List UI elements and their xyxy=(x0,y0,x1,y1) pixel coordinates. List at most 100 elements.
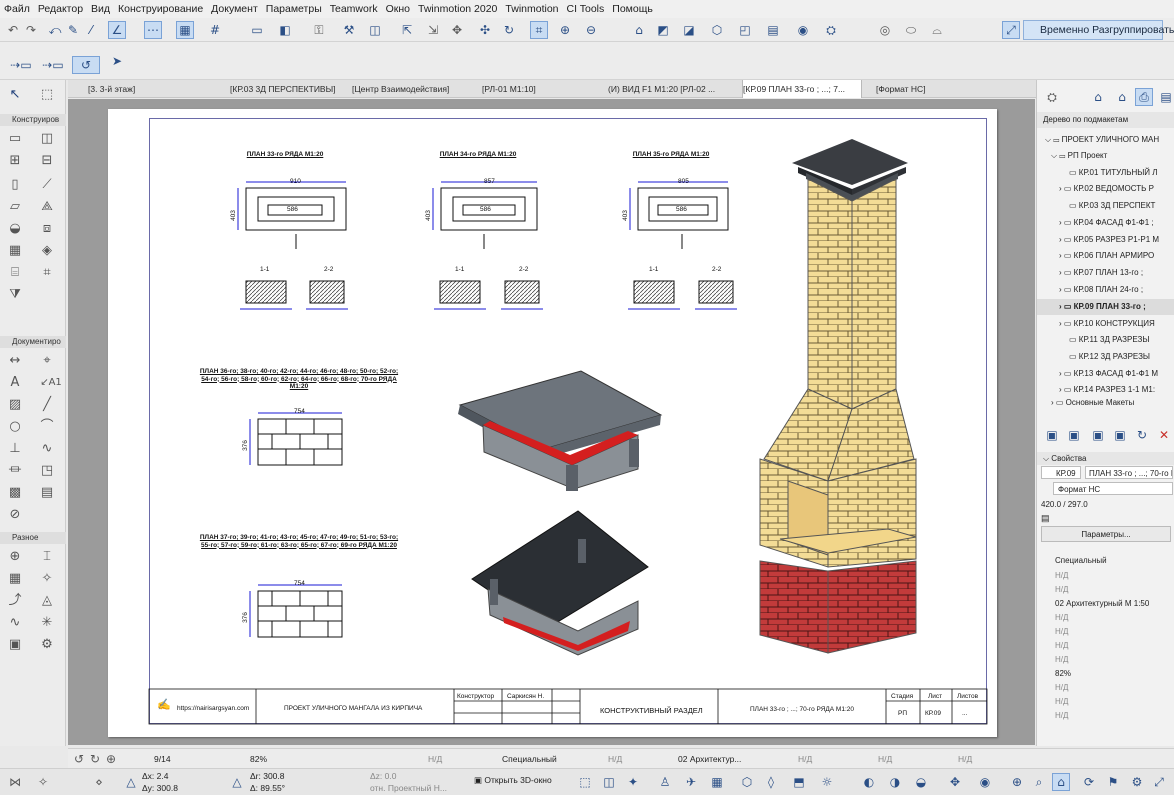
relative-construction-icon[interactable]: ⋄ xyxy=(90,773,108,791)
arrow-icon[interactable]: ↖ xyxy=(6,86,24,104)
suspend-groups-icon[interactable]: ▭ xyxy=(248,21,266,39)
filter-icon[interactable]: ◐ xyxy=(860,773,878,791)
dimension-icon[interactable]: ↔ xyxy=(6,352,24,370)
tools-icon[interactable]: ⚒ xyxy=(340,21,358,39)
zone-icon[interactable]: ⌶ xyxy=(38,548,56,566)
stair-icon[interactable]: ⌸ xyxy=(6,264,24,282)
navigator-root[interactable]: ⌵ ▭ ПРОЕКТ УЛИЧНОГО МАН xyxy=(1037,132,1174,148)
camera-status-icon[interactable]: ◉ xyxy=(976,773,994,791)
beam-icon[interactable]: ⟋ xyxy=(38,176,56,194)
zoom-out-icon[interactable]: ⊖ xyxy=(582,21,600,39)
menu-edit[interactable]: Редактор xyxy=(38,3,83,15)
prop-scale[interactable]: 02 Архитектурный М 1:50 xyxy=(1041,597,1171,610)
grid-3d-icon[interactable]: ▦ xyxy=(708,773,726,791)
orbit-icon[interactable]: ⟳ xyxy=(1080,773,1098,791)
tab-kr09-plan[interactable]: [КР.09 ПЛАН 33-го ; ...; 7... xyxy=(742,80,862,98)
tab-format-ns[interactable]: [Формат НС] xyxy=(876,80,996,98)
navigator-item-kr02[interactable]: › ▭ КР.02 ВЕДОМОСТЬ Р xyxy=(1037,181,1174,197)
arc-icon[interactable]: ⌒ xyxy=(38,418,56,436)
cap-icon[interactable]: ⌓ xyxy=(928,21,946,39)
project-map-icon[interactable]: ⌂ xyxy=(1089,88,1107,106)
align-icon[interactable]: ⇲ xyxy=(424,21,442,39)
arrange-icon[interactable]: ⇱ xyxy=(398,21,416,39)
line-icon[interactable]: ╱ xyxy=(38,396,56,414)
view-icon[interactable]: ◒ xyxy=(912,773,930,791)
publisher-sets-icon[interactable]: ▤ xyxy=(1157,88,1174,106)
layout-icon[interactable]: ◰ xyxy=(736,21,754,39)
zoom-icon[interactable]: ⊕ xyxy=(102,750,120,768)
box-icon[interactable]: ◫ xyxy=(600,773,618,791)
rotate-icon[interactable]: ↻ xyxy=(500,21,518,39)
object-icon[interactable]: ⊟ xyxy=(38,152,56,170)
curtain-wall-icon[interactable]: ▦ xyxy=(6,242,24,260)
layout-name-field[interactable]: ПЛАН 33-го ; ...; 70-го РЯДА М1:20 xyxy=(1085,466,1173,479)
sun-settings-icon[interactable]: ☼ xyxy=(818,773,836,791)
layers-3d-icon[interactable]: ◑ xyxy=(886,773,904,791)
scale-combo[interactable]: 02 Архитектур... xyxy=(678,754,741,764)
drawing-icon[interactable]: ▩ xyxy=(6,484,24,502)
pick-up-icon[interactable]: ⤺ xyxy=(46,21,64,39)
lamp-icon[interactable]: ✧ xyxy=(38,570,56,588)
settings-icon[interactable]: ⚙ xyxy=(1128,773,1146,791)
new-subset-icon[interactable]: ▣ xyxy=(1065,426,1083,444)
3d-view-icon[interactable]: ⬡ xyxy=(708,21,726,39)
radial-icon[interactable]: ⚙ xyxy=(38,636,56,654)
guide-line-icon[interactable]: ∠ xyxy=(108,21,126,39)
fit-icon[interactable]: ⤢ xyxy=(1150,773,1168,791)
suspend-groups-toggle-icon[interactable]: ⤢ xyxy=(1002,21,1020,39)
walk-icon[interactable]: ✦ xyxy=(624,773,642,791)
search-icon[interactable]: ⌕ xyxy=(1030,773,1048,791)
home-icon[interactable]: ⌂ xyxy=(1052,773,1070,791)
sun-icon[interactable]: ✳ xyxy=(38,614,56,632)
syringe-icon[interactable]: ⁄ xyxy=(82,21,100,39)
properties-header[interactable]: ⌵ Свойства xyxy=(1037,452,1174,465)
tab-3d-perspectives[interactable]: [КР.03 3Д ПЕРСПЕКТИВЫ] xyxy=(230,80,350,98)
menu-file[interactable]: Файл xyxy=(4,3,30,15)
level-dimension-icon[interactable]: ⌖ xyxy=(38,352,56,370)
section-icon[interactable]: ◩ xyxy=(654,21,672,39)
menu-window[interactable]: Окно xyxy=(386,3,410,15)
teamwork-icon[interactable]: ⛭ xyxy=(822,21,840,39)
menu-view[interactable]: Вид xyxy=(91,3,110,15)
marquee-type-icon[interactable]: ⇢▭ xyxy=(38,56,68,74)
layers-icon[interactable]: ◧ xyxy=(276,21,294,39)
page-indicator[interactable]: 9/14 xyxy=(154,754,171,764)
navigator-item-kr10[interactable]: › ▭ КР.10 КОНСТРУКЦИЯ xyxy=(1037,316,1174,332)
navigator-header[interactable]: Дерево по подмакетам xyxy=(1037,112,1174,128)
tab-view-f1[interactable]: (И) ВИД F1 М1:20 [РЛ-02 ... xyxy=(608,80,736,98)
navigator-item-kr01[interactable]: ▭ КР.01 ТИТУЛЬНЫЙ Л xyxy=(1037,165,1174,181)
navigator-group[interactable]: ⌵ ▭ РП Проект xyxy=(1037,148,1174,164)
wall-icon[interactable]: ▭ xyxy=(6,130,24,148)
grid-snap-icon[interactable]: ▦ xyxy=(176,21,194,39)
layout-book-icon[interactable]: ⎙ xyxy=(1135,88,1153,106)
marquee-icon[interactable]: ⌗ xyxy=(530,21,548,39)
worksheet-icon[interactable]: ▤ xyxy=(38,484,56,502)
lamp-grid-icon[interactable]: ▦ xyxy=(6,570,24,588)
tab-floor-3[interactable]: [3. 3-й этаж] xyxy=(88,80,208,98)
snap-icon[interactable]: ⋯ xyxy=(144,21,162,39)
camera-icon[interactable]: ▣ xyxy=(6,636,24,654)
drag-icon[interactable]: ✣ xyxy=(476,21,494,39)
model-view-nd[interactable]: Н/Д xyxy=(608,754,622,764)
tracker-icon[interactable]: △ xyxy=(122,773,140,791)
info-box-icon[interactable]: ⇢▭ xyxy=(6,56,36,74)
mesh-icon[interactable]: ⧩ xyxy=(6,286,24,304)
cube-icon[interactable]: ⬚ xyxy=(576,773,594,791)
dim-nd[interactable]: Н/Д xyxy=(798,754,812,764)
terrain-icon[interactable]: ◬ xyxy=(38,592,56,610)
navigator-item-kr13[interactable]: › ▭ КР.13 ФАСАД Ф1-Ф1 М xyxy=(1037,366,1174,382)
menu-design[interactable]: Конструирование xyxy=(118,3,203,15)
fill-icon[interactable]: ▨ xyxy=(6,396,24,414)
menu-help[interactable]: Помощь xyxy=(612,3,653,15)
render-icon[interactable]: ◉ xyxy=(794,21,812,39)
hotspot-icon[interactable]: ⊥ xyxy=(6,440,24,458)
snap-settings-icon[interactable]: ⋈ xyxy=(6,773,24,791)
menu-document[interactable]: Документ xyxy=(211,3,258,15)
navigator-item-kr09[interactable]: › ▭ КР.09 ПЛАН 33-го ; xyxy=(1037,299,1174,315)
zoom-status-icon[interactable]: ⊕ xyxy=(1008,773,1026,791)
wire-icon[interactable]: ◊ xyxy=(762,773,780,791)
polar-icon[interactable]: △ xyxy=(228,773,246,791)
navigator-item-kr12[interactable]: ▭ КР.12 3Д РАЗРЕЗЫ xyxy=(1037,349,1174,365)
lock-icon[interactable]: ⚿ xyxy=(310,21,328,39)
pen-set-nd[interactable]: Н/Д xyxy=(428,754,442,764)
